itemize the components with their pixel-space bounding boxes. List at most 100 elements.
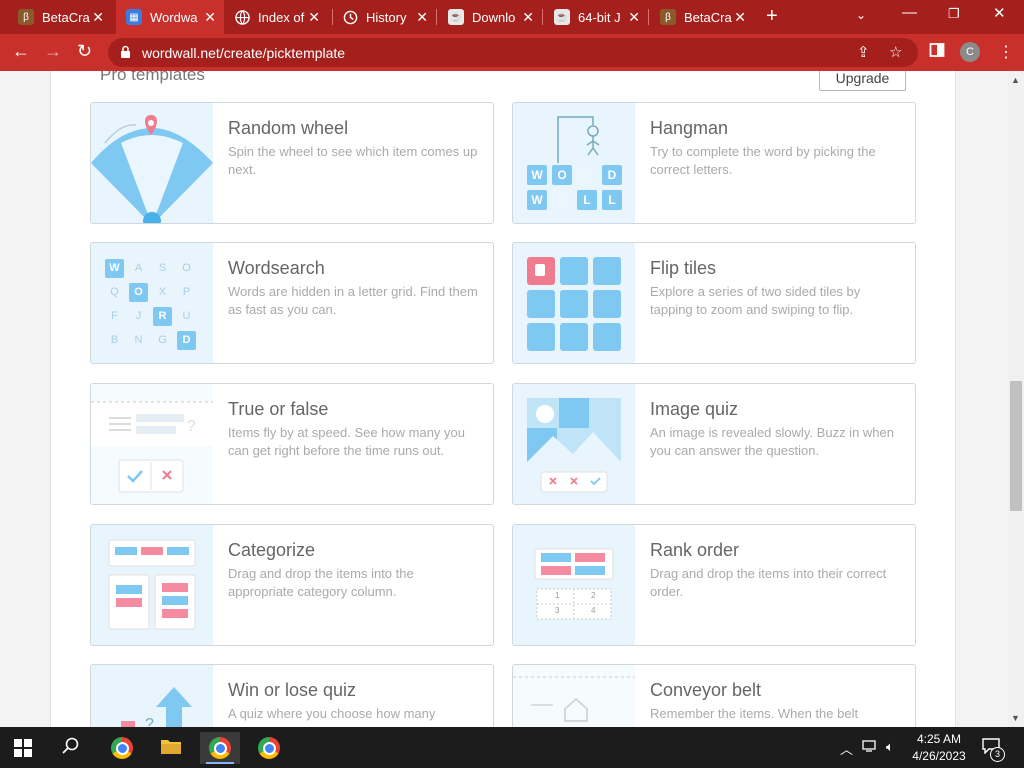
taskbar-file-explorer[interactable] — [151, 732, 191, 764]
beta-favicon-icon: β — [660, 9, 676, 25]
wordsearch-cell: R — [153, 307, 172, 326]
address-bar[interactable]: wordwall.net/create/picktemplate ⇪ ☆ — [108, 38, 918, 67]
template-card-wordsearch[interactable]: W A S O Q O X P F J R U B N G D Wordsear… — [90, 242, 494, 364]
side-panel-icon[interactable] — [929, 42, 945, 63]
template-card-true-or-false[interactable]: ? True or false Items fly by at speed. S… — [90, 383, 494, 505]
hangman-tile: O — [552, 165, 572, 185]
tab-divider — [436, 9, 437, 25]
close-tab-icon[interactable]: ✕ — [308, 9, 320, 26]
template-title: Random wheel — [228, 118, 349, 138]
tab-index-of[interactable]: Index of ✕ — [224, 0, 328, 34]
restore-button[interactable]: ❐ — [948, 6, 960, 22]
hangman-tile: W — [527, 165, 547, 185]
tab-betacraft-2[interactable]: β BetaCra ✕ — [650, 0, 754, 34]
template-title: Image quiz — [650, 399, 739, 419]
close-tab-icon[interactable]: ✕ — [416, 9, 428, 26]
hangman-tile: W — [527, 190, 547, 210]
template-description: Spin the wheel to see which item comes u… — [228, 144, 478, 177]
scrollbar-thumb[interactable] — [1010, 381, 1022, 511]
template-card-rank-order[interactable]: 1 2 3 4 Rank order Drag and drop the ite… — [512, 524, 916, 646]
folder-icon — [160, 737, 182, 760]
template-description: Drag and drop the items into the appropr… — [228, 566, 414, 599]
hangman-tile: L — [577, 190, 597, 210]
taskbar-chrome-2[interactable] — [249, 732, 289, 764]
tab-title: Wordwa — [150, 9, 198, 25]
tab-history[interactable]: History ✕ — [332, 0, 436, 34]
close-tab-icon[interactable]: ✕ — [628, 9, 640, 26]
tab-download[interactable]: ☕ Downlo ✕ — [438, 0, 542, 34]
svg-text:?: ? — [187, 418, 196, 435]
page-scrollbar[interactable]: ▲ ▼ — [1008, 71, 1024, 727]
minimize-button[interactable]: — — [902, 4, 917, 21]
hangman-tile: D — [602, 165, 622, 185]
close-tab-icon[interactable]: ✕ — [92, 9, 104, 26]
taskbar-chrome-profile[interactable] — [200, 732, 240, 764]
history-icon — [342, 9, 358, 25]
forward-button[interactable]: → — [44, 41, 62, 62]
hangman-tile — [577, 165, 597, 185]
wordsearch-cell: X — [158, 286, 167, 298]
network-icon[interactable] — [862, 739, 878, 756]
random-wheel-thumbnail — [91, 103, 213, 223]
rank-slot-number: 4 — [591, 606, 596, 615]
show-hidden-icons-chevron-icon[interactable]: ︿ — [840, 739, 853, 758]
tab-title: Index of — [258, 9, 305, 25]
template-title: Categorize — [228, 540, 316, 560]
scroll-up-arrow-icon[interactable]: ▲ — [1011, 75, 1020, 85]
template-description: Drag and drop the items into their corre… — [650, 566, 887, 599]
tab-betacraft-1[interactable]: β BetaCra ✕ — [8, 0, 112, 34]
template-description: An image is revealed slowly. Buzz in whe… — [650, 425, 894, 458]
system-clock[interactable]: 4:25 AM 4/26/2023 — [908, 731, 970, 765]
flip-tiles-thumbnail — [513, 243, 635, 363]
back-button[interactable]: ← — [12, 41, 30, 62]
profile-avatar[interactable]: C — [960, 42, 980, 62]
true-or-false-thumbnail: ? — [91, 384, 213, 504]
template-card-conveyor-belt[interactable]: Conveyor belt Remember the items. When t… — [512, 664, 916, 727]
tab-divider — [648, 9, 649, 25]
lock-icon — [120, 45, 131, 64]
template-card-random-wheel[interactable]: Random wheel Spin the wheel to see which… — [90, 102, 494, 224]
template-card-image-quiz[interactable]: Image quiz An image is revealed slowly. … — [512, 383, 916, 505]
volume-icon[interactable]: 🔈︎ — [886, 739, 894, 755]
wordsearch-cell: J — [135, 310, 142, 322]
browser-toolbar: ← → ↻ wordwall.net/create/picktemplate ⇪… — [0, 34, 1024, 71]
wordsearch-cell: N — [134, 334, 143, 346]
template-card-win-or-lose-quiz[interactable]: ? Win or lose quiz A quiz where you choo… — [90, 664, 494, 727]
template-card-hangman[interactable]: W O D W L L Hangman Try to complete the … — [512, 102, 916, 224]
menu-kebab-icon[interactable]: ⋮ — [998, 42, 1014, 62]
close-window-button[interactable]: ✕ — [993, 4, 1006, 22]
windows-start-icon[interactable] — [14, 739, 32, 762]
template-card-flip-tiles[interactable]: Flip tiles Explore a series of two sided… — [512, 242, 916, 364]
close-tab-icon[interactable]: ✕ — [734, 9, 746, 26]
close-tab-icon[interactable]: ✕ — [522, 9, 534, 26]
page-viewport: Pro templates Upgrade Random wheel Spin … — [0, 71, 1008, 727]
share-icon[interactable]: ⇪ — [857, 43, 870, 61]
chrome-icon — [111, 737, 133, 759]
search-icon[interactable] — [62, 737, 80, 760]
tab-title: 64-bit J — [578, 9, 621, 25]
categorize-thumbnail — [91, 525, 213, 645]
tab-title: BetaCra — [684, 9, 732, 25]
taskbar-chrome[interactable] — [102, 732, 142, 764]
upgrade-button[interactable]: Upgrade — [819, 71, 906, 91]
bookmark-star-icon[interactable]: ☆ — [889, 43, 902, 61]
template-card-categorize[interactable]: Categorize Drag and drop the items into … — [90, 524, 494, 646]
template-description: A quiz where you choose how many — [228, 706, 436, 721]
template-description: Try to complete the word by picking the … — [650, 144, 876, 177]
template-title: Win or lose quiz — [228, 680, 357, 700]
reload-button[interactable]: ↻ — [77, 41, 92, 62]
wordsearch-cell: O — [182, 262, 191, 274]
scroll-down-arrow-icon[interactable]: ▼ — [1011, 713, 1020, 723]
tab-search-chevron-icon[interactable]: ⌄ — [856, 8, 866, 22]
new-tab-button[interactable]: + — [766, 5, 778, 28]
tab-wordwall[interactable]: ▦ Wordwa ✕ — [116, 0, 224, 34]
close-tab-icon[interactable]: ✕ — [204, 9, 216, 26]
chrome-icon — [209, 737, 231, 759]
rank-slot-number: 2 — [591, 591, 596, 600]
wordwall-favicon-icon: ▦ — [126, 9, 142, 25]
url-text: wordwall.net/create/picktemplate — [142, 45, 346, 61]
tab-title: Downlo — [472, 9, 516, 25]
wordsearch-letter-grid: W A S O Q O X P F J R U B N G D — [105, 259, 196, 350]
svg-text:?: ? — [145, 716, 154, 727]
tab-64bit-java[interactable]: ☕ 64-bit J ✕ — [544, 0, 648, 34]
